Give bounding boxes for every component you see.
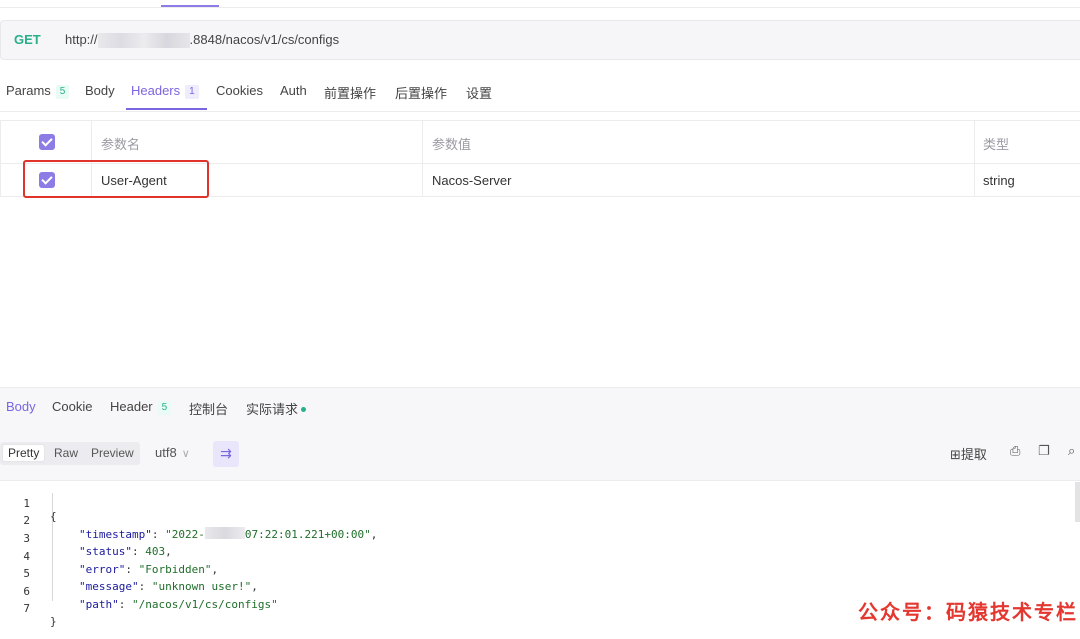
tab-params[interactable]: Params 5: [6, 83, 70, 99]
code-text: "path": "/nacos/v1/cs/configs": [79, 598, 278, 611]
tab-params-badge: 5: [55, 85, 70, 99]
chevron-down-icon: ∨: [181, 448, 190, 460]
extract-button[interactable]: ⊞提取: [950, 444, 987, 463]
message-value: unknown user!: [158, 580, 245, 593]
response-tab-body[interactable]: Body: [6, 399, 36, 414]
response-tab-actual-request[interactable]: 实际请求: [246, 399, 307, 418]
wrap-lines-icon[interactable]: ⇉: [213, 441, 239, 467]
url-prefix: http://: [65, 32, 98, 47]
response-tab-header-label: Header: [110, 399, 153, 414]
status-dot: [301, 407, 307, 412]
encoding-select[interactable]: utf8 ∨: [155, 445, 190, 460]
url-input[interactable]: http:// .8848/nacos/v1/cs/configs: [65, 32, 340, 49]
view-raw-button[interactable]: Raw: [49, 445, 83, 461]
code-line: 4 "error": "Forbidden",: [0, 537, 218, 576]
code-text: }: [50, 615, 57, 628]
tab-headers[interactable]: Headers 1: [131, 83, 199, 99]
extract-label: 提取: [960, 448, 987, 463]
response-toolbar: Pretty Raw Preview utf8 ∨ ⇉ ⊞提取 ⎙ ❐ ⌕: [0, 425, 1080, 480]
code-line: 1 {: [0, 484, 56, 523]
line-number: 7: [23, 602, 30, 615]
http-method[interactable]: GET: [14, 32, 41, 47]
watermark: 公众号：码猿技术专栏: [858, 600, 1078, 624]
code-line: 2 "timestamp": "2022- 07:22:01.221+00:00"…: [0, 501, 377, 541]
redacted-host: [97, 33, 190, 49]
column-header-type: 类型: [983, 137, 1010, 152]
select-all-checkbox[interactable]: [39, 134, 55, 150]
view-preview-button[interactable]: Preview: [86, 445, 139, 461]
response-tab-header-badge: 5: [157, 401, 172, 415]
code-line: 7 }: [0, 589, 56, 628]
save-icon[interactable]: ⎙: [1010, 444, 1020, 459]
tab-post-ops[interactable]: 后置操作: [395, 83, 447, 102]
response-tab-actual-request-label: 实际请求: [246, 402, 299, 417]
tab-headers-label: Headers: [131, 83, 181, 98]
url-suffix: .8848/nacos/v1/cs/configs: [189, 32, 340, 47]
code-text: {: [50, 510, 57, 523]
view-mode-switch: Pretty Raw Preview: [0, 442, 140, 465]
column-header-value: 参数值: [432, 137, 472, 152]
vertical-scrollbar[interactable]: [1075, 482, 1080, 522]
status-value: 403: [145, 545, 166, 558]
code-line: 5 "message": "unknown user!",: [0, 554, 257, 593]
header-type-select[interactable]: string: [983, 173, 1015, 188]
column-header-name: 参数名: [101, 137, 141, 152]
path-value: /nacos/v1/cs/configs: [138, 598, 272, 611]
tab-settings[interactable]: 设置: [466, 83, 492, 102]
error-value: Forbidden: [145, 563, 205, 576]
tab-active-underline: [126, 108, 207, 110]
code-text: "timestamp": "2022- 07:22:01.221+00:00",: [79, 527, 378, 541]
search-icon[interactable]: ⌕: [1068, 444, 1075, 459]
tab-pre-ops[interactable]: 前置操作: [324, 83, 376, 102]
code-line: 6 "path": "/nacos/v1/cs/configs": [0, 572, 277, 611]
response-tab-console[interactable]: 控制台: [189, 399, 228, 418]
url-bar[interactable]: GET http:// .8848/nacos/v1/cs/configs: [0, 20, 1080, 60]
tab-body[interactable]: Body: [85, 83, 115, 98]
api-client-window: GET http:// .8848/nacos/v1/cs/configs Par…: [0, 0, 1080, 639]
code-line: 3 "status": 403,: [0, 519, 171, 558]
active-tab-indicator: [161, 5, 219, 7]
timestamp-suffix: 07:22:01.221+00:00: [244, 528, 365, 541]
tab-params-label: Params: [6, 83, 51, 98]
tab-auth[interactable]: Auth: [280, 83, 307, 98]
table-header-row: 参数名 参数值 类型: [1, 121, 1080, 164]
code-text: "error": "Forbidden",: [79, 563, 219, 576]
copy-icon[interactable]: ❐: [1038, 444, 1050, 459]
response-tab-cookie[interactable]: Cookie: [52, 399, 92, 414]
code-text: "message": "unknown user!",: [79, 580, 258, 593]
header-value-field[interactable]: Nacos-Server: [432, 173, 511, 188]
highlight-annotation-box: [23, 160, 209, 198]
response-tab-header[interactable]: Header 5: [110, 399, 172, 415]
redacted-date: [204, 527, 245, 539]
request-tabs: Params 5 Body Headers 1 Cookies Auth 前置操作 …: [0, 78, 1080, 112]
view-pretty-button[interactable]: Pretty: [3, 445, 45, 461]
code-text: "status": 403,: [79, 545, 172, 558]
response-tabs: Body Cookie Header 5 控制台 实际请求: [0, 387, 1080, 427]
tab-headers-badge: 1: [185, 85, 199, 99]
tab-cookies[interactable]: Cookies: [216, 83, 263, 98]
timestamp-prefix: 2022-: [171, 528, 205, 541]
encoding-value: utf8: [155, 445, 177, 460]
extract-icon: ⊞: [950, 448, 961, 463]
